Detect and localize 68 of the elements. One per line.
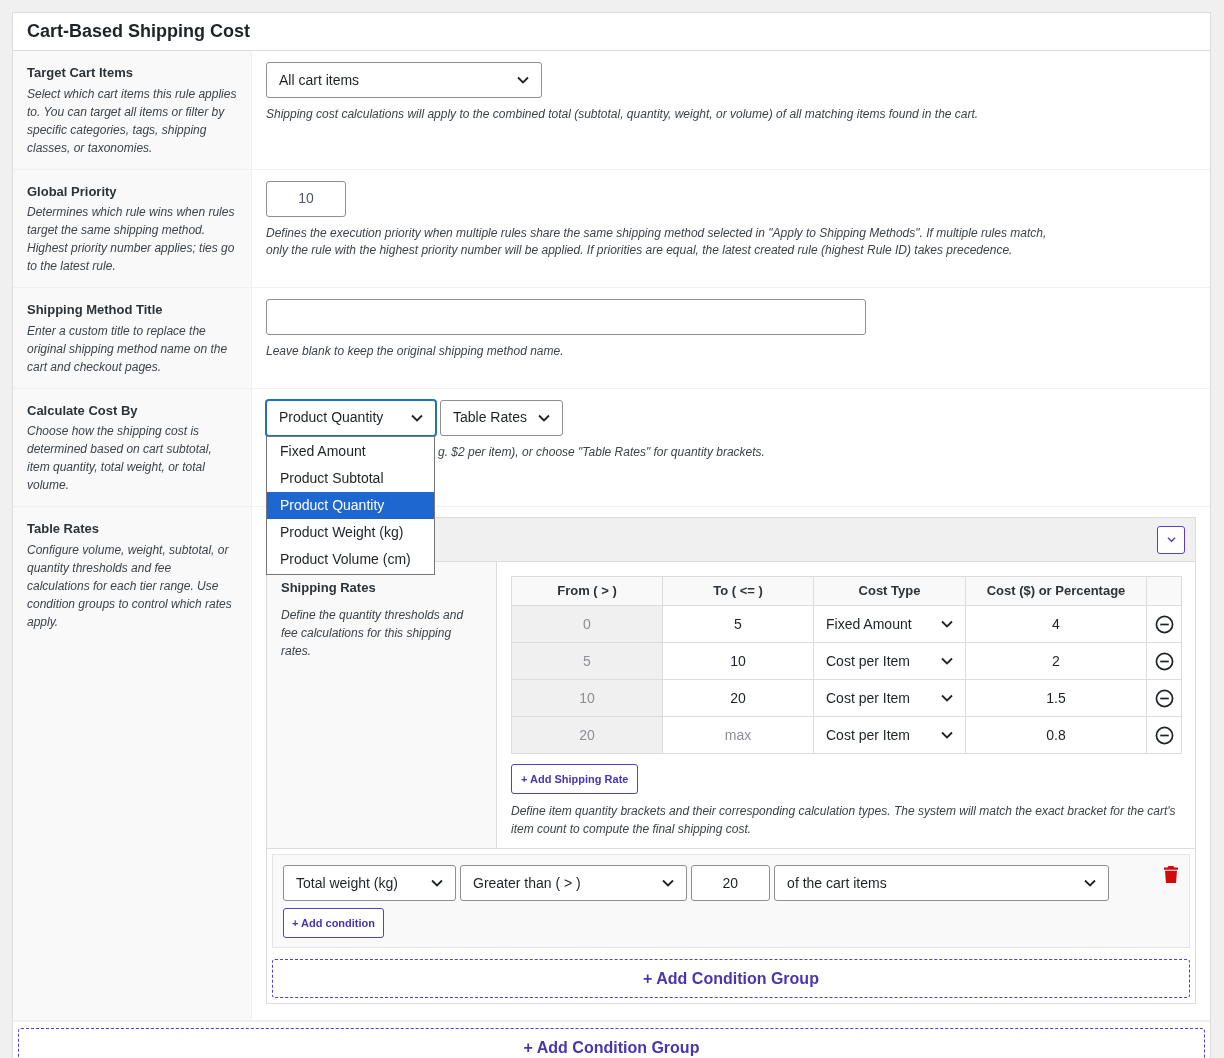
chevron-down-icon — [538, 413, 550, 422]
chevron-down-icon — [661, 879, 674, 887]
dropdown-option[interactable]: Product Volume (cm) — [267, 545, 434, 573]
chevron-down-icon — [941, 620, 953, 628]
dropdown-option[interactable]: Fixed Amount — [267, 437, 434, 465]
field-description: Select which cart items this rule applies to. You can target all items or filter by specific categories, tags, shipping classes, or taxonomies. — [27, 85, 237, 157]
section-title: Cart-Based Shipping Cost — [27, 20, 250, 43]
select-dropdown[interactable]: Total weight (kg) — [283, 865, 456, 901]
value-input[interactable]: 20 — [690, 865, 771, 901]
add-shipping-rate-button[interactable]: + Add Shipping Rate — [511, 764, 639, 794]
priority-input[interactable]: 10 — [266, 180, 346, 217]
dropdown-option[interactable]: Product Subtotal — [267, 464, 434, 492]
select-dropdown[interactable]: All cart items — [266, 62, 542, 98]
to-input[interactable]: 10 — [663, 643, 814, 680]
select-dropdown[interactable]: Product Quantity — [266, 399, 436, 436]
section-description: Define the quantity thresholds and fee calculations for this shipping rates. — [281, 606, 465, 660]
select-dropdown[interactable]: Table Rates — [440, 399, 563, 436]
field-label: Target Cart Items — [27, 64, 134, 82]
help-text: Defines the execution priority when multiple rules share the same shipping method selected in "Apply to Shipping Methods". If multiple rules match, only the rule with the highest priority number will be applied. If priorities are equal, the latest created rule (highest Rule ID) takes precedence. — [266, 224, 1048, 259]
remove-row-button[interactable] — [1154, 688, 1174, 708]
help-text: g. $2 per item), or choose "Table Rates" for quantity brackets. — [438, 443, 765, 461]
field-description: Enter a custom title to replace the original shipping method name on the cart and checkout pages. — [27, 322, 229, 376]
select-dropdown[interactable]: of the cart items — [774, 865, 1109, 901]
cost-input[interactable]: 2 — [966, 643, 1147, 680]
add-condition-group-button[interactable]: + Add Condition Group — [272, 959, 1190, 998]
field-label: Global Priority — [27, 182, 118, 201]
remove-row-button[interactable] — [1154, 651, 1174, 671]
chevron-down-icon — [411, 413, 423, 422]
select-dropdown[interactable]: Greater than ( > ) — [460, 865, 687, 901]
remove-row-button[interactable] — [1154, 725, 1174, 745]
cost-input[interactable]: 1.5 — [966, 680, 1147, 717]
collapse-toggle-button[interactable] — [1157, 525, 1185, 554]
section-heading: Shipping Rates — [281, 579, 377, 597]
dropdown-option[interactable]: Product Weight (kg) — [267, 518, 434, 546]
cost-type-select[interactable]: Fixed Amount — [814, 606, 966, 643]
to-input[interactable]: 20 — [663, 680, 814, 717]
title-input[interactable] — [266, 299, 866, 335]
cost-type-select[interactable]: Cost per Item — [814, 717, 966, 754]
cost-type-select[interactable]: Cost per Item — [814, 643, 966, 680]
help-text: Shipping cost calculations will apply to the combined total (subtotal, quantity, weight, or volume) of all matching items found in the cart. — [266, 106, 980, 123]
help-text: Leave blank to keep the original shipping method name. — [266, 343, 565, 360]
to-input[interactable]: 5 — [663, 606, 814, 643]
chevron-down-icon — [1165, 536, 1177, 543]
chevron-down-icon — [941, 731, 953, 739]
chevron-down-icon — [941, 657, 953, 665]
add-condition-button[interactable]: + Add condition — [283, 908, 384, 938]
field-label: Table Rates — [27, 520, 100, 538]
field-label: Calculate Cost By — [27, 401, 139, 420]
column-header: From ( > ) — [512, 577, 663, 606]
remove-row-button[interactable] — [1154, 614, 1174, 634]
cost-input[interactable]: 4 — [966, 606, 1147, 643]
field-description: Choose how the shipping cost is determined based on cart subtotal, item quantity, total weight, or total volume. — [27, 423, 213, 494]
column-header: Cost Type — [814, 577, 966, 606]
chevron-down-icon — [1084, 879, 1096, 887]
cost-input[interactable]: 0.8 — [966, 717, 1147, 754]
chevron-down-icon — [517, 76, 529, 84]
delete-button[interactable] — [1163, 865, 1179, 884]
add-condition-group-button[interactable]: + Add Condition Group — [18, 1028, 1205, 1058]
field-description: Configure volume, weight, subtotal, or quantity thresholds and fee calculations for each tier range. Use condition groups to control which rates apply. — [27, 541, 233, 631]
column-header: Cost ($) or Percentage — [966, 577, 1147, 606]
cost-type-select[interactable]: Cost per Item — [814, 680, 966, 717]
chevron-down-icon — [941, 694, 953, 702]
help-text: Define item quantity brackets and their corresponding calculation types. The system will match the exact bracket for the cart's item count to compute the final shipping cost. — [511, 803, 1177, 838]
field-description: Determines which rule wins when rules target the same shipping method. Highest priority number applies; ties go to the latest rule. — [27, 204, 236, 275]
field-label: Shipping Method Title — [27, 301, 164, 319]
column-header: To ( <= ) — [663, 577, 814, 606]
dropdown-option[interactable]: Product Quantity — [267, 491, 434, 519]
chevron-down-icon — [431, 879, 443, 887]
